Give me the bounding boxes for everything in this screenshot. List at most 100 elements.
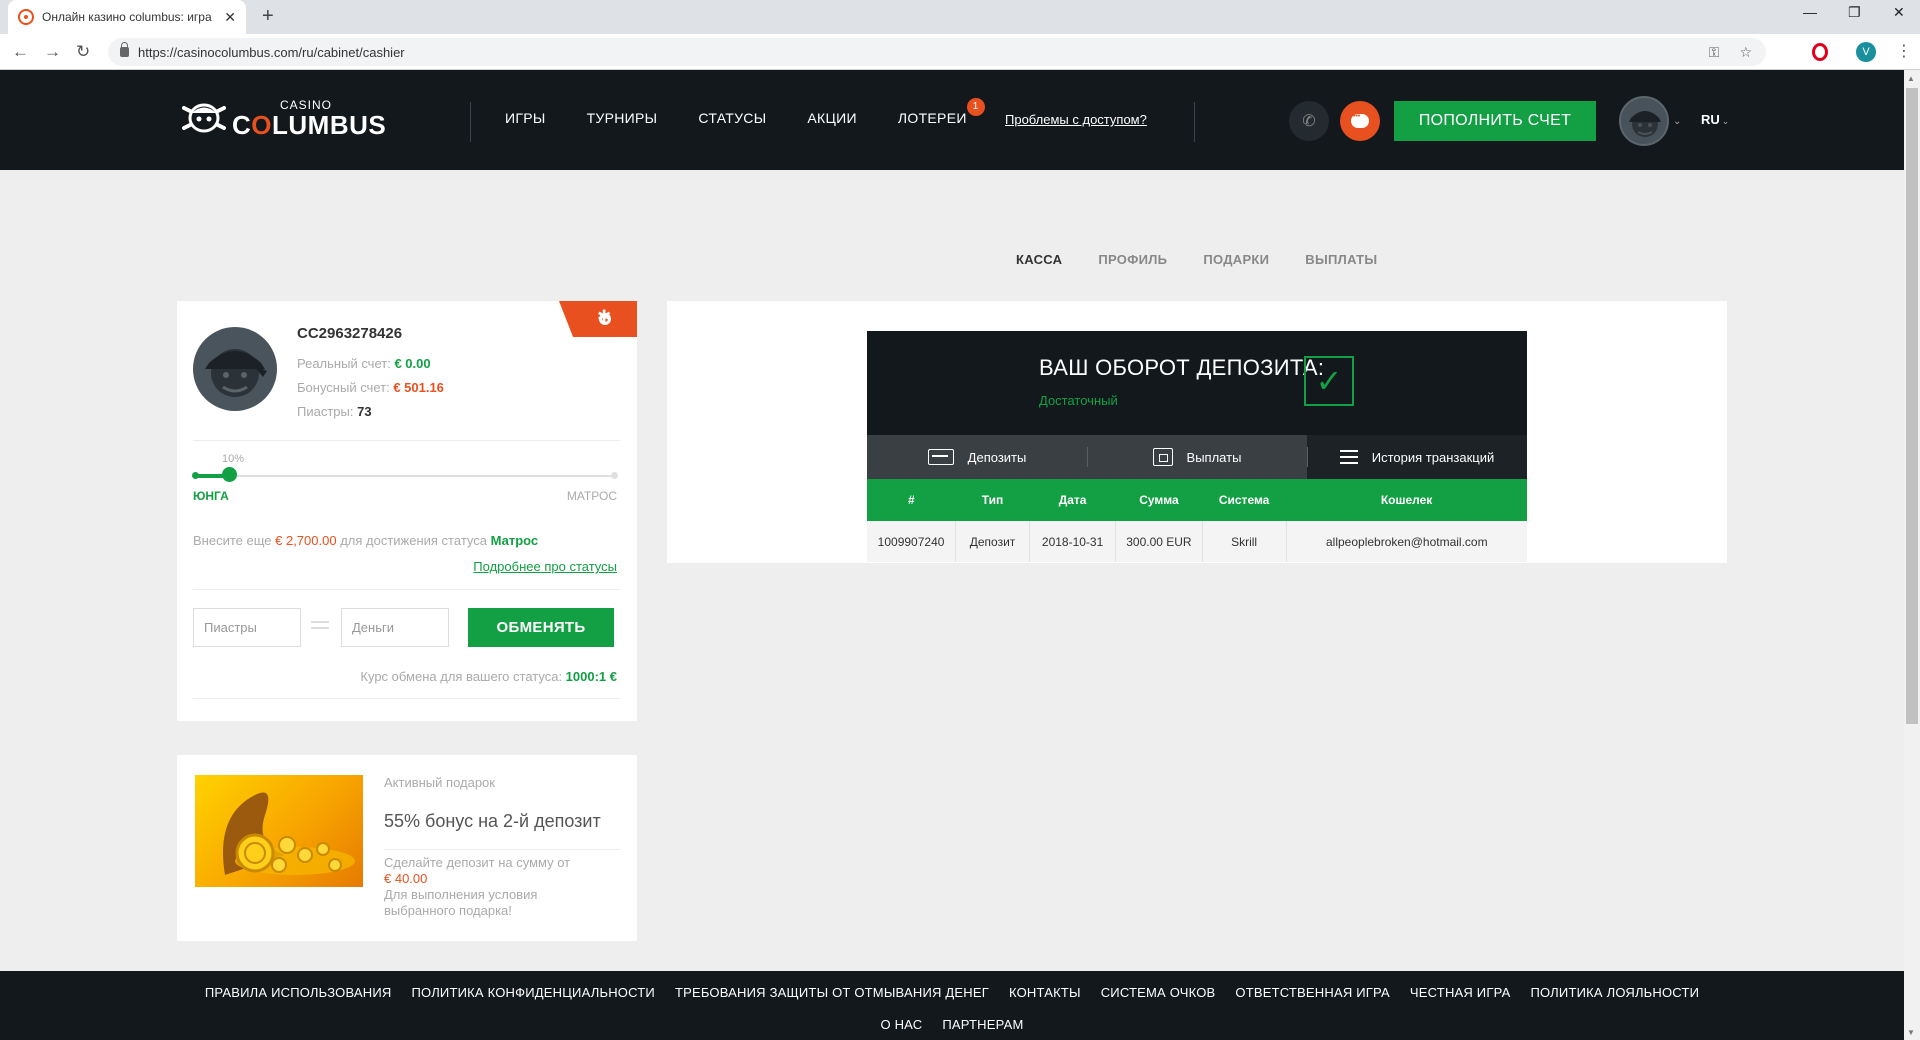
bonus-balance-row: Бонусный счет: € 501.16 (297, 380, 444, 395)
turnover-title: ВАШ ОБОРОТ ДЕПОЗИТА: (1039, 355, 1325, 380)
column-header: Тип (955, 479, 1030, 521)
divider (193, 698, 620, 699)
bookmark-star-icon[interactable]: ☆ (1739, 44, 1752, 61)
footer-link-contacts[interactable]: КОНТАКТЫ (1009, 985, 1081, 1000)
footer-links-row: О НАС ПАРТНЕРАМ (0, 1017, 1904, 1032)
footer-link-about[interactable]: О НАС (880, 1017, 922, 1032)
footer-link-privacy[interactable]: ПОЛИТИКА КОНФИДЕНЦИАЛЬНОСТИ (411, 985, 654, 1000)
gift-title: 55% бонус на 2-й депозит (384, 811, 601, 831)
tab-cashier[interactable]: КАССА (1016, 252, 1062, 267)
scroll-down-icon[interactable]: ▼ (1907, 1028, 1915, 1037)
profile-card: CC2963278426 Реальный счет: € 0.00 Бонус… (177, 301, 637, 721)
window-close-icon[interactable]: ✕ (1893, 4, 1905, 21)
key-icon[interactable]: ⚿ (1709, 44, 1720, 61)
column-header: Дата (1029, 479, 1116, 521)
current-level: ЮНГА (193, 489, 229, 503)
language-selector[interactable]: RU ⌄ (1701, 112, 1729, 127)
language-chevron-icon: ⌄ (1721, 116, 1730, 126)
footer-link-points[interactable]: СИСТЕМА ОЧКОВ (1101, 985, 1216, 1000)
user-menu-chevron-icon[interactable]: ⌄ (1673, 116, 1681, 127)
footer-link-aml[interactable]: ТРЕБОВАНИЯ ЗАЩИТЫ ОТ ОТМЫВАНИЯ ДЕНЕГ (675, 985, 989, 1000)
active-gift-card: Активный подарок 55% бонус на 2-й депози… (177, 755, 637, 941)
site-header: CASINO COLUMBUS ИГРЫ ТУРНИРЫ СТАТУСЫ АКЦ… (0, 70, 1904, 170)
browser-tab[interactable]: Онлайн казино columbus: игра ✕ (8, 0, 246, 34)
back-icon[interactable]: ← (12, 42, 29, 62)
footer-link-partners[interactable]: ПАРТНЕРАМ (942, 1017, 1023, 1032)
url-field[interactable]: https://casinocolumbus.com/ru/cabinet/ca… (108, 38, 1766, 66)
deposit-turnover-box: ВАШ ОБОРОТ ДЕПОЗИТА: Достаточный ✓ (867, 331, 1527, 435)
list-icon (1339, 450, 1358, 464)
maximize-icon[interactable]: ❐ (1848, 4, 1861, 21)
nav-statuses[interactable]: СТАТУСЫ (698, 110, 766, 126)
footer-link-terms[interactable]: ПРАВИЛА ИСПОЛЬЗОВАНИЯ (205, 985, 392, 1000)
new-tab-icon[interactable]: + (262, 5, 274, 28)
deposit-button[interactable]: ПОПОЛНИТЬ СЧЕТ (1394, 101, 1596, 141)
tab-payouts[interactable]: ВЫПЛАТЫ (1305, 252, 1377, 267)
nav-lotteries[interactable]: ЛОТЕРЕИ 1 (898, 98, 985, 126)
wallet-icon (1152, 448, 1173, 466)
table-row: 1009907240 Депозит 2018-10-31 300.00 EUR… (867, 521, 1527, 562)
turnover-status: Достаточный (1039, 393, 1118, 408)
check-icon: ✓ (1304, 356, 1354, 406)
profile-avatar-icon[interactable]: V (1856, 42, 1876, 62)
main-nav: ИГРЫ ТУРНИРЫ СТАТУСЫ АКЦИИ ЛОТЕРЕИ 1 (505, 98, 1008, 126)
divider (193, 440, 620, 441)
exchange-button[interactable]: ОБМЕНЯТЬ (468, 608, 614, 647)
cashier-tabs: Депозиты Выплаты История транзакций (867, 435, 1527, 479)
casino-logo[interactable]: CASINO COLUMBUS (178, 94, 388, 144)
logo-wordmark: COLUMBUS (232, 110, 387, 140)
url-text: https://casinocolumbus.com/ru/cabinet/ca… (138, 44, 405, 60)
piastres-input[interactable] (193, 608, 301, 647)
lock-icon (120, 42, 129, 57)
chat-button[interactable] (1340, 101, 1380, 141)
user-avatar[interactable] (1619, 96, 1669, 146)
site-footer: ПРАВИЛА ИСПОЛЬЗОВАНИЯ ПОЛИТИКА КОНФИДЕНЦ… (0, 971, 1904, 1040)
real-balance-value: € 0.00 (394, 356, 431, 371)
tab-withdrawals[interactable]: Выплаты (1087, 435, 1307, 479)
table-header-row: # Тип Дата Сумма Система Кошелек (867, 479, 1527, 521)
header-separator (1194, 102, 1195, 142)
scroll-up-icon[interactable]: ▲ (1907, 74, 1915, 83)
gift-note: Для выполнения условия выбранного подарк… (384, 887, 538, 918)
tab-transaction-history[interactable]: История транзакций (1307, 435, 1527, 479)
column-header: Кошелек (1286, 479, 1527, 521)
site-favicon-icon (18, 9, 34, 25)
access-problems-link[interactable]: Проблемы с доступом? (1005, 112, 1147, 127)
phone-button[interactable]: ✆ (1289, 101, 1329, 141)
divider (193, 589, 620, 590)
tab-deposits[interactable]: Депозиты (867, 435, 1087, 479)
pirate-avatar-icon (205, 349, 267, 397)
column-header: # (867, 479, 956, 521)
gold-coins-image (195, 775, 363, 887)
gear-icon (596, 307, 614, 328)
browser-menu-icon[interactable]: ⋮ (1896, 41, 1912, 61)
footer-link-fair[interactable]: ЧЕСТНАЯ ИГРА (1410, 985, 1511, 1000)
minimize-icon[interactable]: — (1803, 4, 1817, 20)
nav-games[interactable]: ИГРЫ (505, 110, 546, 126)
forward-icon[interactable]: → (44, 42, 61, 62)
table-cell: 1009907240 (867, 521, 957, 562)
statuses-info-link[interactable]: Подробнее про статусы (473, 559, 617, 574)
status-progress-knob (221, 467, 237, 482)
tab-title: Онлайн казино columbus: игра (42, 10, 212, 24)
progress-end-dot (611, 472, 618, 479)
nav-promotions[interactable]: АКЦИИ (807, 110, 856, 126)
tab-profile[interactable]: ПРОФИЛЬ (1098, 252, 1167, 267)
close-tab-icon[interactable]: ✕ (224, 9, 236, 26)
tab-gifts[interactable]: ПОДАРКИ (1203, 252, 1269, 267)
nav-tournaments[interactable]: ТУРНИРЫ (587, 110, 658, 126)
lottery-count-badge: 1 (966, 98, 985, 116)
footer-link-responsible[interactable]: ОТВЕТСТВЕННАЯ ИГРА (1235, 985, 1389, 1000)
footer-link-loyalty[interactable]: ПОЛИТИКА ЛОЯЛЬНОСТИ (1530, 985, 1699, 1000)
scrollbar-thumb[interactable] (1906, 88, 1918, 724)
reload-icon[interactable]: ↻ (76, 42, 90, 62)
money-input[interactable] (341, 608, 449, 647)
pirate-avatar-icon (1629, 111, 1661, 137)
settings-button[interactable] (559, 301, 637, 337)
exchange-rate-text: Курс обмена для вашего статуса: 1000:1 € (360, 669, 617, 684)
transactions-table: # Тип Дата Сумма Система Кошелек 1009907… (867, 479, 1527, 562)
header-separator (470, 102, 471, 142)
opera-extension-icon[interactable] (1812, 43, 1828, 61)
piastres-value: 73 (357, 404, 372, 419)
footer-links-row: ПРАВИЛА ИСПОЛЬЗОВАНИЯ ПОЛИТИКА КОНФИДЕНЦ… (0, 985, 1904, 1000)
